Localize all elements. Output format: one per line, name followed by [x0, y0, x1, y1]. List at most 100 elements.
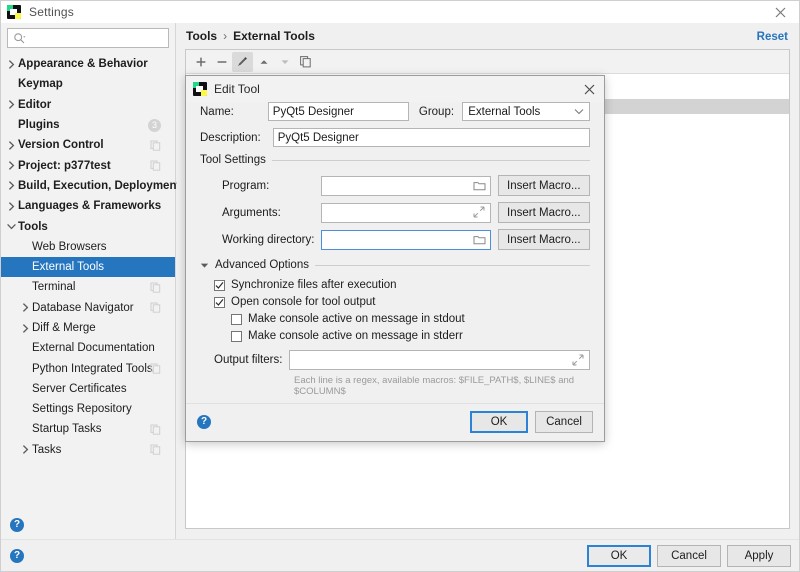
output-filters-field[interactable] — [289, 350, 590, 370]
working-directory-field[interactable] — [321, 230, 491, 250]
expand-icon[interactable] — [572, 354, 585, 367]
sidebar-item-settings-repository[interactable]: Settings Repository — [1, 399, 175, 419]
sidebar-item-python-integrated-tools[interactable]: Python Integrated Tools — [1, 358, 175, 378]
sidebar-item-keymap[interactable]: Keymap — [1, 74, 175, 94]
sidebar-item-languages-frameworks[interactable]: Languages & Frameworks — [1, 196, 175, 216]
checkbox-row[interactable]: Open console for tool output — [214, 296, 590, 308]
sidebar-item-database-navigator[interactable]: Database Navigator — [1, 298, 175, 318]
sidebar-item-plugins[interactable]: Plugins3 — [1, 115, 175, 135]
name-field[interactable]: PyQt5 Designer — [268, 102, 409, 121]
sidebar-item-label: Diff & Merge — [32, 322, 96, 334]
insert-macro-button[interactable]: Insert Macro... — [498, 175, 590, 196]
chevron-right-icon[interactable] — [5, 159, 18, 172]
checkbox-row[interactable]: Make console active on message in stdout — [214, 313, 590, 325]
insert-macro-button[interactable]: Insert Macro... — [498, 229, 590, 250]
dialog-help-button[interactable]: ? — [197, 415, 211, 429]
sidebar-item-version-control[interactable]: Version Control — [1, 135, 175, 155]
chevron-right-icon[interactable] — [5, 179, 18, 192]
sidebar-item-label: Terminal — [32, 281, 75, 293]
chevron-right-icon[interactable] — [5, 98, 18, 111]
checkbox-row[interactable]: Make console active on message in stderr — [214, 330, 590, 342]
tree-spacer — [5, 119, 18, 132]
apply-button[interactable]: Apply — [727, 545, 791, 567]
chevron-right-icon[interactable] — [5, 139, 18, 152]
tool-settings-label: Tool Settings — [200, 154, 266, 166]
tree-spacer — [19, 362, 32, 375]
chevron-right-icon[interactable] — [19, 443, 32, 456]
checkbox-checked-icon[interactable] — [214, 280, 225, 291]
search-icon — [13, 32, 26, 45]
sidebar-item-editor[interactable]: Editor — [1, 95, 175, 115]
dialog-cancel-button[interactable]: Cancel — [535, 411, 593, 433]
working-directory-row: Working directory:Insert Macro... — [222, 229, 590, 250]
sidebar-item-label: Settings Repository — [32, 403, 132, 415]
footer-buttons: OK Cancel Apply — [587, 545, 791, 567]
chevron-down-icon[interactable] — [5, 220, 18, 233]
sidebar-item-appearance-behavior[interactable]: Appearance & Behavior — [1, 54, 175, 74]
help-icon: ? — [10, 518, 24, 532]
search-box[interactable] — [7, 28, 169, 48]
advanced-options-header[interactable]: Advanced Options — [200, 259, 590, 271]
dialog-buttons: OK Cancel — [470, 411, 593, 433]
remove-tool-button[interactable] — [211, 52, 232, 72]
dialog-title: Edit Tool — [214, 82, 260, 96]
insert-macro-button[interactable]: Insert Macro... — [498, 202, 590, 223]
group-select[interactable]: External Tools — [462, 102, 590, 121]
checkbox-checked-icon[interactable] — [214, 297, 225, 308]
sidebar-item-build-execution-deployment[interactable]: Build, Execution, Deployment — [1, 176, 175, 196]
copy-tool-button[interactable] — [295, 52, 316, 72]
program-field[interactable] — [321, 176, 491, 196]
close-icon[interactable] — [759, 1, 800, 23]
group-label: Group: — [419, 106, 462, 118]
ok-button[interactable]: OK — [587, 545, 651, 567]
chevron-right-icon[interactable] — [19, 301, 32, 314]
sidebar-item-external-documentation[interactable]: External Documentation — [1, 338, 175, 358]
sidebar-item-startup-tasks[interactable]: Startup Tasks — [1, 419, 175, 439]
folder-icon[interactable] — [473, 179, 486, 192]
breadcrumb-parent[interactable]: Tools — [186, 29, 217, 43]
sidebar-item-label: Plugins — [18, 119, 60, 131]
chevron-right-icon[interactable] — [5, 58, 18, 71]
help-button[interactable]: ? — [10, 518, 24, 532]
sidebar-item-label: Startup Tasks — [32, 423, 101, 435]
dialog-body: Name: PyQt5 Designer Group: External Too… — [186, 102, 604, 397]
checkbox-unchecked-icon[interactable] — [231, 314, 242, 325]
output-filters-hint: Each line is a regex, available macros: … — [214, 375, 590, 397]
search-input[interactable] — [28, 32, 158, 44]
breadcrumb-current: External Tools — [233, 29, 315, 43]
sidebar-item-project-p377test[interactable]: Project: p377test — [1, 155, 175, 175]
add-tool-button[interactable] — [190, 52, 211, 72]
dialog-close-icon[interactable] — [581, 81, 598, 98]
chevron-right-icon[interactable] — [5, 200, 18, 213]
arguments-field[interactable] — [321, 203, 491, 223]
tree-spacer — [5, 78, 18, 91]
search-container — [1, 23, 175, 52]
folder-icon[interactable] — [473, 233, 486, 246]
edit-tool-button[interactable] — [232, 52, 253, 72]
checkbox-unchecked-icon[interactable] — [231, 331, 242, 342]
dialog-titlebar: Edit Tool — [186, 76, 604, 102]
footer-help-button[interactable]: ? — [10, 549, 24, 563]
advanced-checkbox-list: Synchronize files after execution Open co… — [214, 279, 590, 342]
sidebar-item-diff-merge[interactable]: Diff & Merge — [1, 318, 175, 338]
chevron-right-icon[interactable] — [19, 322, 32, 335]
cancel-button[interactable]: Cancel — [657, 545, 721, 567]
move-up-button[interactable] — [253, 52, 274, 72]
description-field[interactable]: PyQt5 Designer — [273, 128, 590, 147]
sidebar-item-external-tools[interactable]: External Tools — [1, 257, 175, 277]
checkbox-label: Open console for tool output — [231, 296, 376, 308]
copy-icon — [150, 363, 161, 374]
checkbox-row[interactable]: Synchronize files after execution — [214, 279, 590, 291]
sidebar-item-web-browsers[interactable]: Web Browsers — [1, 237, 175, 257]
dialog-ok-button[interactable]: OK — [470, 411, 528, 433]
sidebar-item-server-certificates[interactable]: Server Certificates — [1, 379, 175, 399]
sidebar-item-terminal[interactable]: Terminal — [1, 277, 175, 297]
sidebar-item-label: Python Integrated Tools — [32, 363, 153, 375]
expand-icon[interactable] — [473, 206, 486, 219]
sidebar-item-tools[interactable]: Tools — [1, 216, 175, 236]
reset-link[interactable]: Reset — [757, 31, 788, 43]
name-row: Name: PyQt5 Designer Group: External Too… — [200, 102, 590, 121]
sidebar-item-label: Version Control — [18, 139, 104, 151]
sidebar-item-tasks[interactable]: Tasks — [1, 440, 175, 460]
copy-icon — [150, 424, 161, 435]
